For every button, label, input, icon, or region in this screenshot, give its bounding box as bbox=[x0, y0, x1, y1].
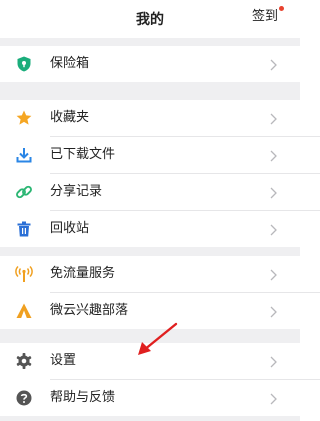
menu-item-label: 免流量服务 bbox=[50, 266, 116, 281]
menu-item-favorites[interactable]: 收藏夹 bbox=[0, 100, 300, 136]
download-icon bbox=[15, 146, 33, 164]
section-divider bbox=[0, 38, 300, 46]
star-icon bbox=[15, 109, 33, 127]
menu-item-label: 保险箱 bbox=[50, 56, 90, 71]
chevron-right-icon bbox=[266, 222, 280, 236]
signin-label: 签到 bbox=[251, 9, 278, 24]
menu-item-label: 已下载文件 bbox=[50, 147, 116, 162]
chevron-right-icon bbox=[266, 354, 280, 368]
chevron-right-icon bbox=[266, 304, 280, 318]
gear-icon bbox=[15, 352, 33, 370]
section-divider bbox=[0, 247, 300, 256]
section-divider bbox=[0, 82, 300, 100]
help-icon bbox=[15, 389, 33, 407]
menu-item-free-data[interactable]: 免流量服务 bbox=[0, 256, 300, 292]
menu-item-label: 分享记录 bbox=[50, 184, 103, 199]
menu-item-settings[interactable]: 设置 bbox=[0, 343, 300, 379]
link-icon bbox=[15, 183, 33, 201]
chevron-right-icon bbox=[266, 57, 280, 71]
shield-icon bbox=[15, 55, 33, 73]
menu-item-interest-tribe[interactable]: 微云兴趣部落 bbox=[0, 293, 300, 329]
menu-item-label: 收藏夹 bbox=[50, 110, 90, 125]
menu-item-help-feedback[interactable]: 帮助与反馈 bbox=[0, 380, 300, 416]
menu-item-share-history[interactable]: 分享记录 bbox=[0, 174, 300, 210]
bottom-divider bbox=[0, 416, 300, 421]
menu-item-safe-box[interactable]: 保险箱 bbox=[0, 46, 300, 82]
signin-button[interactable]: 签到 bbox=[251, 6, 284, 25]
chevron-right-icon bbox=[266, 185, 280, 199]
menu-item-label: 设置 bbox=[50, 353, 77, 368]
notification-dot bbox=[279, 6, 284, 11]
chevron-right-icon bbox=[266, 391, 280, 405]
menu-item-recycle-bin[interactable]: 回收站 bbox=[0, 211, 300, 247]
chevron-right-icon bbox=[266, 267, 280, 281]
chevron-right-icon bbox=[266, 111, 280, 125]
menu-item-downloads[interactable]: 已下载文件 bbox=[0, 137, 300, 173]
section-divider bbox=[0, 329, 300, 343]
tent-icon bbox=[15, 302, 33, 320]
chevron-right-icon bbox=[266, 148, 280, 162]
menu-item-label: 微云兴趣部落 bbox=[50, 303, 129, 318]
menu-item-label: 回收站 bbox=[50, 221, 90, 236]
top-bar: 我的 签到 bbox=[0, 0, 300, 38]
signal-icon bbox=[15, 265, 33, 283]
trash-icon bbox=[15, 220, 33, 238]
menu-item-label: 帮助与反馈 bbox=[50, 390, 116, 405]
